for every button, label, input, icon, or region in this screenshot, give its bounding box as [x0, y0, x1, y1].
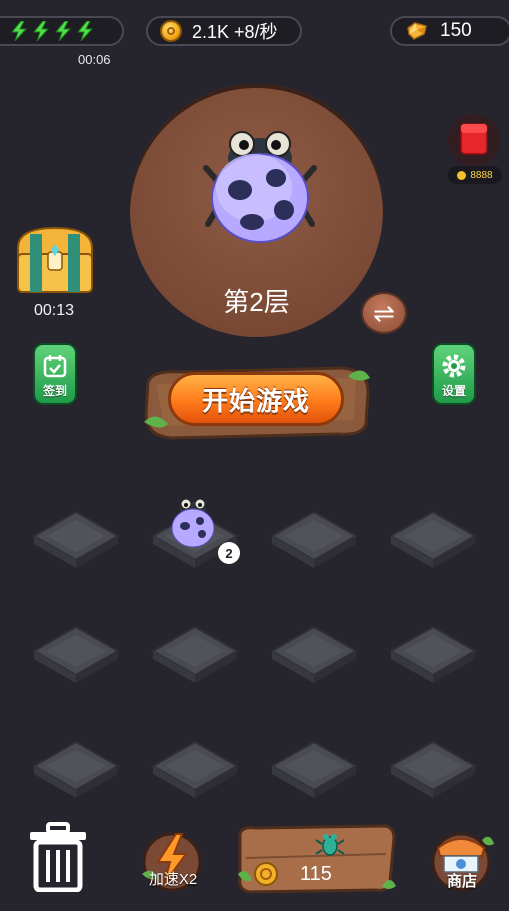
energy-bolt-icon — [32, 21, 50, 41]
grid-tile[interactable] — [30, 738, 122, 802]
coin-counter: 2.1K +8/秒 — [146, 16, 302, 46]
energy-bar — [0, 16, 124, 46]
grid-tile[interactable] — [149, 738, 241, 802]
grid-tile[interactable] — [268, 508, 360, 572]
swap-button[interactable]: ⇌ — [361, 292, 407, 334]
treasure-chest-icon[interactable] — [12, 222, 98, 298]
swap-icon: ⇌ — [373, 297, 395, 328]
grid-tile[interactable] — [30, 508, 122, 572]
energy-bolt-icon — [54, 21, 72, 41]
grid-tile[interactable] — [268, 738, 360, 802]
gem-icon — [407, 22, 427, 40]
grid-tile[interactable] — [387, 738, 479, 802]
coin-icon — [457, 170, 467, 180]
grid-tile[interactable] — [30, 623, 122, 687]
red-packet-count: 8888 — [448, 166, 502, 184]
energy-bolt-icon — [76, 21, 94, 41]
checkin-label: 签到 — [42, 384, 67, 398]
chest-timer: 00:13 — [34, 302, 75, 319]
calendar-check-icon — [43, 355, 67, 378]
coin-rate-text: 2.1K +8/秒 — [192, 22, 278, 42]
energy-bolt-icon — [10, 21, 28, 41]
energy-timer: 00:06 — [78, 52, 111, 67]
gem-value: 150 — [440, 20, 472, 41]
grid-tile[interactable] — [387, 508, 479, 572]
bug-character-icon — [203, 131, 317, 243]
trash-icon[interactable] — [26, 822, 90, 892]
grid-tile[interactable] — [387, 623, 479, 687]
gem-counter: 150 — [390, 16, 509, 46]
coin-icon — [160, 20, 182, 42]
checkin-button[interactable]: 签到 — [33, 343, 77, 405]
speed-up-label: 加速X2 — [148, 871, 198, 888]
grid-tile[interactable] — [268, 623, 360, 687]
gear-icon — [442, 354, 466, 378]
start-game-button[interactable]: 开始游戏 — [168, 372, 344, 426]
tile-level-badge: 2 — [218, 542, 240, 564]
floor-label: 第2层 — [223, 287, 290, 317]
red-packet-count-text: 8888 — [470, 169, 493, 181]
settings-button[interactable]: 设置 — [432, 343, 476, 405]
grid-tile[interactable] — [149, 623, 241, 687]
bug-character-icon[interactable] — [168, 496, 218, 548]
stage-circle: 第2层 — [130, 84, 383, 337]
shop-label: 商店 — [446, 873, 477, 890]
settings-label: 设置 — [441, 384, 466, 398]
buy-price: 115 — [300, 863, 332, 885]
